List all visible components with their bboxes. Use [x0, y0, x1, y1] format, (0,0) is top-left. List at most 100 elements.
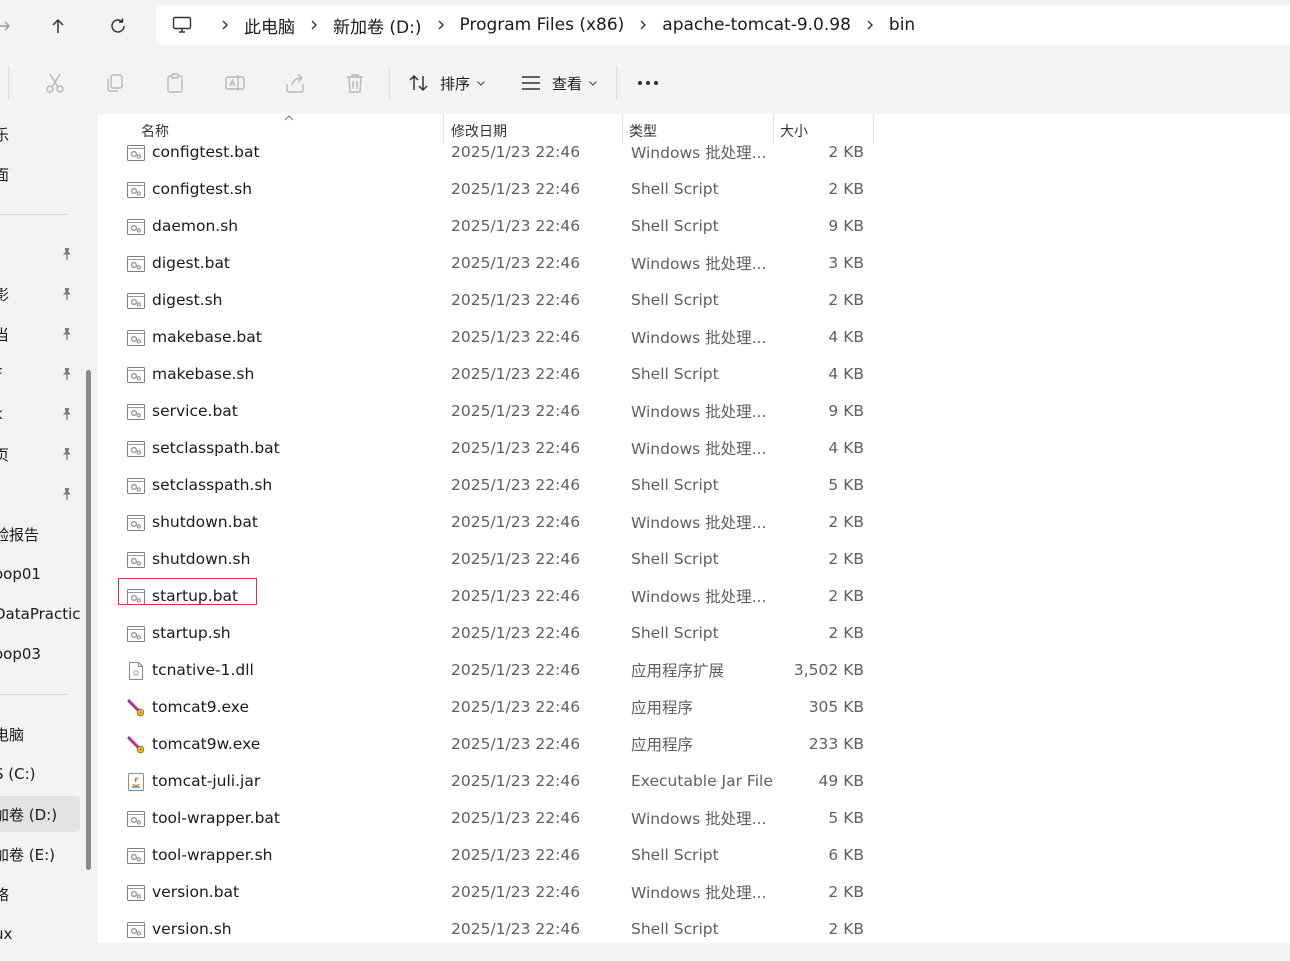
sidebar-item[interactable]: 电脑: [0, 716, 80, 752]
file-row[interactable]: configtest.bat 2025/1/23 22:46 Windows 批处理…: [98, 134, 888, 171]
breadcrumb-this-pc[interactable]: 此电脑: [242, 13, 297, 38]
sidebar-item[interactable]: S (C:): [0, 756, 80, 792]
pin-icon[interactable]: [60, 367, 74, 381]
file-row[interactable]: daemon.sh 2025/1/23 22:46 Shell Script 9 KB: [98, 208, 888, 245]
breadcrumb-tomcat[interactable]: apache-tomcat-9.0.98: [660, 15, 853, 35]
file-name: tcnative-1.dll: [152, 661, 254, 679]
file-row[interactable]: configtest.sh 2025/1/23 22:46 Shell Script…: [98, 171, 888, 208]
file-modified-date: 2025/1/23 22:46: [451, 920, 581, 938]
arrow-up-icon: [52, 18, 64, 33]
file-row[interactable]: shutdown.sh 2025/1/23 22:46 Shell Script 2 …: [98, 541, 888, 578]
navigation-bar: 此电脑 新加卷 (D:) Program Files (x86) apache-…: [0, 0, 1290, 52]
chevron-right-icon: [208, 19, 242, 31]
sidebar-item-label: 影: [0, 285, 10, 304]
file-name: setclasspath.bat: [152, 439, 280, 457]
breadcrumb-bin[interactable]: bin: [887, 15, 917, 35]
breadcrumb-program-files[interactable]: Program Files (x86): [458, 15, 627, 35]
file-row[interactable]: service.bat 2025/1/23 22:46 Windows 批处理...…: [98, 393, 888, 430]
pin-icon[interactable]: [60, 407, 74, 421]
breadcrumb-drive-d[interactable]: 新加卷 (D:): [331, 13, 424, 38]
pin-icon[interactable]: [60, 327, 74, 341]
sort-button[interactable]: 排序: [408, 66, 486, 100]
file-size: 9 KB: [828, 402, 864, 420]
file-name: version.bat: [152, 883, 240, 901]
file-row[interactable]: setclasspath.bat 2025/1/23 22:46 Windows 批…: [98, 430, 888, 467]
sidebar-item-label: 电脑: [0, 725, 25, 744]
file-size: 3 KB: [828, 254, 864, 272]
file-row[interactable]: shutdown.bat 2025/1/23 22:46 Windows 批处理..…: [98, 504, 888, 541]
sidebar-scrollbar[interactable]: [86, 370, 91, 870]
address-bar[interactable]: 此电脑 新加卷 (D:) Program Files (x86) apache-…: [156, 5, 1290, 45]
paste-button[interactable]: [164, 66, 186, 100]
file-size: 2 KB: [828, 587, 864, 605]
sidebar-item[interactable]: oop03: [0, 636, 80, 672]
file-type: Shell Script: [631, 550, 719, 568]
sidebar-item[interactable]: oop01: [0, 556, 80, 592]
file-type: Shell Script: [631, 291, 719, 309]
file-row[interactable]: tcnative-1.dll 2025/1/23 22:46 应用程序扩展 3,502…: [98, 652, 888, 689]
sidebar-item[interactable]: DataPractic: [0, 596, 80, 632]
sidebar-item[interactable]: 乐: [0, 116, 80, 152]
sidebar-item[interactable]: 验报告: [0, 516, 80, 552]
sidebar-item-label: oop01: [0, 565, 41, 583]
file-name: tool-wrapper.sh: [152, 846, 273, 864]
sidebar-item-label: S (C:): [0, 765, 36, 783]
file-type: Shell Script: [631, 217, 719, 235]
file-row[interactable]: makebase.sh 2025/1/23 22:46 Shell Script 4 …: [98, 356, 888, 393]
pin-icon[interactable]: [60, 487, 74, 501]
file-row[interactable]: startup.sh 2025/1/23 22:46 Shell Script 2 K…: [98, 615, 888, 652]
file-row[interactable]: version.bat 2025/1/23 22:46 Windows 批处理...…: [98, 874, 888, 911]
trash-icon: [347, 74, 363, 93]
file-row[interactable]: digest.bat 2025/1/23 22:46 Windows 批处理... 3…: [98, 245, 888, 282]
cut-button[interactable]: [44, 66, 66, 100]
pin-icon[interactable]: [60, 447, 74, 461]
file-row[interactable]: tool-wrapper.sh 2025/1/23 22:46 Shell Scri…: [98, 837, 888, 874]
sidebar-item-label: 加卷 (E:): [0, 845, 56, 864]
share-button[interactable]: [284, 66, 306, 100]
delete-button[interactable]: [344, 66, 366, 100]
copy-button[interactable]: [104, 66, 126, 100]
view-button[interactable]: 查看: [520, 66, 598, 100]
file-row[interactable]: setclasspath.sh 2025/1/23 22:46 Shell Scri…: [98, 467, 888, 504]
up-button[interactable]: [40, 8, 76, 44]
sidebar-item[interactable]: 加卷 (D:): [0, 796, 80, 832]
sidebar-item[interactable]: 加卷 (E:): [0, 836, 80, 872]
script-file-icon: [127, 292, 145, 309]
file-type: Windows 批处理...: [631, 440, 767, 458]
sidebar-item[interactable]: 络: [0, 876, 80, 912]
file-name: tomcat9.exe: [152, 698, 250, 716]
sidebar-item-label: 面: [0, 165, 10, 184]
file-type: Windows 批处理...: [631, 329, 767, 347]
forward-button[interactable]: [0, 8, 22, 44]
file-row[interactable]: version.sh 2025/1/23 22:46 Shell Script 2 K…: [98, 911, 888, 944]
file-modified-date: 2025/1/23 22:46: [451, 772, 581, 790]
pin-icon[interactable]: [60, 247, 74, 261]
share-icon: [286, 73, 304, 93]
refresh-button[interactable]: [100, 8, 136, 44]
pin-icon[interactable]: [60, 287, 74, 301]
batch-file-icon: [127, 255, 145, 272]
more-options-button[interactable]: [636, 66, 660, 100]
file-row[interactable]: makebase.bat 2025/1/23 22:46 Windows 批处理..…: [98, 319, 888, 356]
file-name: version.sh: [152, 920, 232, 938]
file-row[interactable]: tomcat9.exe 2025/1/23 22:46 应用程序 305 KB: [98, 689, 888, 726]
batch-file-icon: [127, 329, 145, 346]
sidebar-item[interactable]: ux: [0, 916, 80, 943]
file-row[interactable]: tomcat-juli.jar 2025/1/23 22:46 Executable…: [98, 763, 888, 800]
file-row[interactable]: tool-wrapper.bat 2025/1/23 22:46 Windows 批…: [98, 800, 888, 837]
annotation-highlight-box: [118, 577, 257, 605]
rename-button[interactable]: [224, 66, 246, 100]
file-size: 4 KB: [828, 439, 864, 457]
java-jar-icon: [128, 772, 144, 791]
file-row[interactable]: tomcat9w.exe 2025/1/23 22:46 应用程序 233 KB: [98, 726, 888, 763]
script-file-icon: [127, 181, 145, 198]
file-modified-date: 2025/1/23 22:46: [451, 624, 581, 642]
command-bar: 排序 查看: [0, 52, 1290, 115]
status-bar: [0, 943, 1290, 961]
file-row[interactable]: digest.sh 2025/1/23 22:46 Shell Script 2 KB: [98, 282, 888, 319]
tomcat-exe-icon: [127, 736, 145, 753]
file-name: tomcat9w.exe: [152, 735, 261, 753]
sidebar-item-label: oop03: [0, 645, 41, 663]
file-modified-date: 2025/1/23 22:46: [451, 846, 581, 864]
sidebar-item[interactable]: 面: [0, 156, 80, 192]
